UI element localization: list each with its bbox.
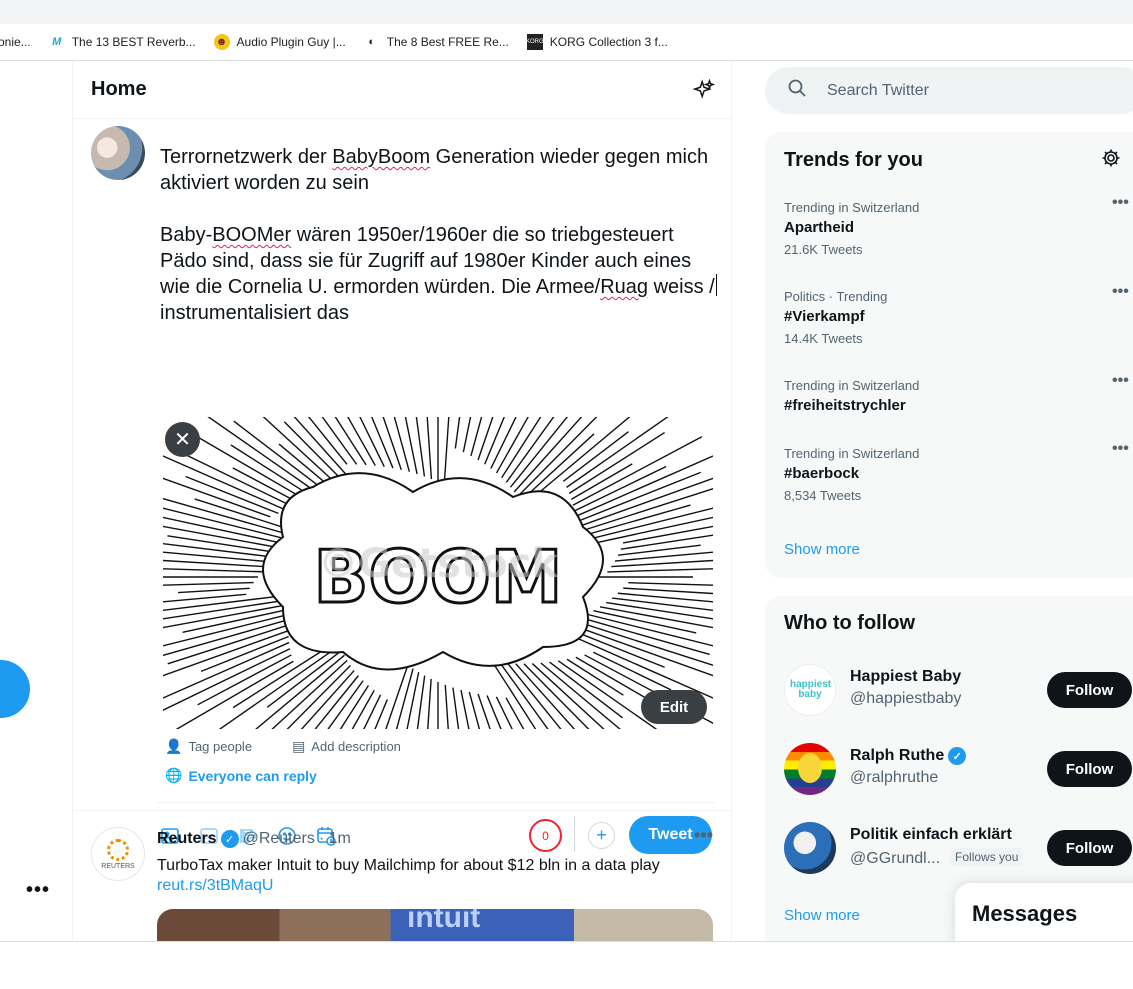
bookmark-item[interactable]: ◐ The 8 Best FREE Re... (364, 34, 508, 50)
tweet-text: TurboTax maker Intuit to buy Mailchimp f… (157, 857, 660, 874)
avatar[interactable] (784, 822, 836, 874)
search-icon (787, 78, 807, 103)
reply-setting-button[interactable]: 🌐 Everyone can reply (165, 767, 317, 784)
globe-icon: 🌐 (165, 767, 183, 783)
more-icon[interactable]: ••• (1112, 440, 1129, 458)
attached-image: BOOM ©Getstock (163, 417, 713, 729)
home-header: Home (73, 61, 731, 119)
document-icon: ▤ (292, 738, 306, 754)
tweet-time[interactable]: · 1m (319, 830, 351, 848)
remove-media-button[interactable]: ✕ (165, 422, 200, 457)
tweet-composer: Terrornetzwerk der BabyBoom Generation w… (73, 119, 731, 854)
follow-suggestion[interactable]: happiest baby Happiest Baby @happiestbab… (784, 664, 1133, 716)
follow-button[interactable]: Follow (1047, 672, 1132, 708)
avatar[interactable]: REUTERS (91, 827, 145, 881)
compose-fab-button[interactable] (0, 660, 30, 718)
verified-icon: ✓ (220, 830, 239, 848)
trend-item[interactable]: Trending in Switzerland #baerbock 8,534 … (784, 440, 1133, 503)
show-more-link[interactable]: Show more (784, 541, 860, 558)
main-timeline: Home Terrornetzwerk der BabyBoom Generat… (72, 61, 732, 941)
follow-button[interactable]: Follow (1047, 751, 1132, 787)
more-icon[interactable]: ••• (1112, 283, 1129, 301)
person-icon: 👤 (165, 738, 183, 754)
avatar[interactable] (784, 743, 836, 795)
text-caret (715, 274, 717, 296)
more-icon[interactable]: ••• (1112, 372, 1129, 390)
emoji-favicon: ☻ (213, 34, 230, 50)
media-meta: 👤 Tag people ▤ Add description (165, 738, 441, 755)
tweet-image[interactable]: intuit (157, 909, 713, 941)
korg-favicon: KORG (526, 34, 544, 50)
left-nav: ••• (0, 61, 72, 941)
follows-you-badge: Follows you (950, 848, 1024, 866)
bookmark-item[interactable]: KORG KORG Collection 3 f... (526, 34, 668, 50)
moon-favicon: ◐ (368, 36, 376, 48)
follow-suggestion[interactable]: Ralph Ruthe ✓ @ralphruthe Follow (784, 743, 1133, 795)
trends-card: Trends for you Trending in Switzerland A… (765, 132, 1133, 578)
tweet-author[interactable]: Reuters (157, 830, 217, 848)
messages-drawer[interactable]: Messages (955, 883, 1133, 943)
bookmark-item[interactable]: ☻ Audio Plugin Guy |... (213, 34, 346, 50)
page-title: Home (91, 78, 147, 100)
search-input[interactable]: Search Twitter (765, 67, 1133, 114)
follow-suggestion[interactable]: Politik einfach erklärt @GGrundl... Follo… (784, 822, 1133, 874)
right-sidebar: Search Twitter Trends for you Trending i… (765, 61, 1133, 941)
bookmark-item[interactable]: M The 13 BEST Reverb... (49, 34, 195, 50)
show-more-link[interactable]: Show more (784, 907, 860, 924)
trends-title: Trends for you (784, 149, 923, 171)
compose-textarea[interactable]: Terrornetzwerk der BabyBoom Generation w… (160, 144, 720, 352)
sparkle-icon[interactable] (693, 78, 715, 101)
more-icon[interactable]: ••• (694, 825, 713, 846)
tweet-link[interactable]: reut.rs/3tBMaqU (157, 877, 273, 895)
reuters-logo-icon (107, 838, 129, 861)
trend-item[interactable]: Trending in Switzerland Apartheid 21.6K … (784, 194, 1133, 257)
avatar[interactable]: happiest baby (784, 664, 836, 716)
bookmark-item[interactable]: onie... (0, 35, 31, 49)
trend-item[interactable]: Politics · Trending #Vierkampf 14.4K Twe… (784, 283, 1133, 346)
browser-tab-strip (0, 0, 1133, 24)
add-description-button[interactable]: ▤ Add description (292, 738, 401, 755)
tweet-item[interactable]: REUTERS Reuters ✓ @Reuters · 1m ••• Turb… (73, 811, 731, 941)
tweet-header: Reuters ✓ @Reuters · 1m (157, 830, 351, 848)
divider (157, 802, 715, 803)
bottom-strip (0, 941, 1133, 989)
bookmarks-bar: onie... M The 13 BEST Reverb... ☻ Audio … (0, 24, 1133, 61)
avatar[interactable] (91, 126, 145, 180)
tag-people-button[interactable]: 👤 Tag people (165, 738, 252, 755)
edit-media-button[interactable]: Edit (641, 690, 707, 724)
gear-icon[interactable] (1101, 148, 1121, 174)
watermark-text: ©Getstock (318, 541, 559, 587)
verified-icon: ✓ (948, 747, 967, 765)
who-to-follow-title: Who to follow (784, 612, 916, 634)
tweet-handle[interactable]: @Reuters (243, 830, 315, 848)
more-icon[interactable]: ••• (26, 879, 50, 902)
follow-button[interactable]: Follow (1047, 830, 1132, 866)
more-icon[interactable]: ••• (1112, 194, 1129, 212)
m-logo-icon: M (52, 36, 62, 48)
trend-item[interactable]: Trending in Switzerland #freiheitstrychl… (784, 372, 1133, 414)
